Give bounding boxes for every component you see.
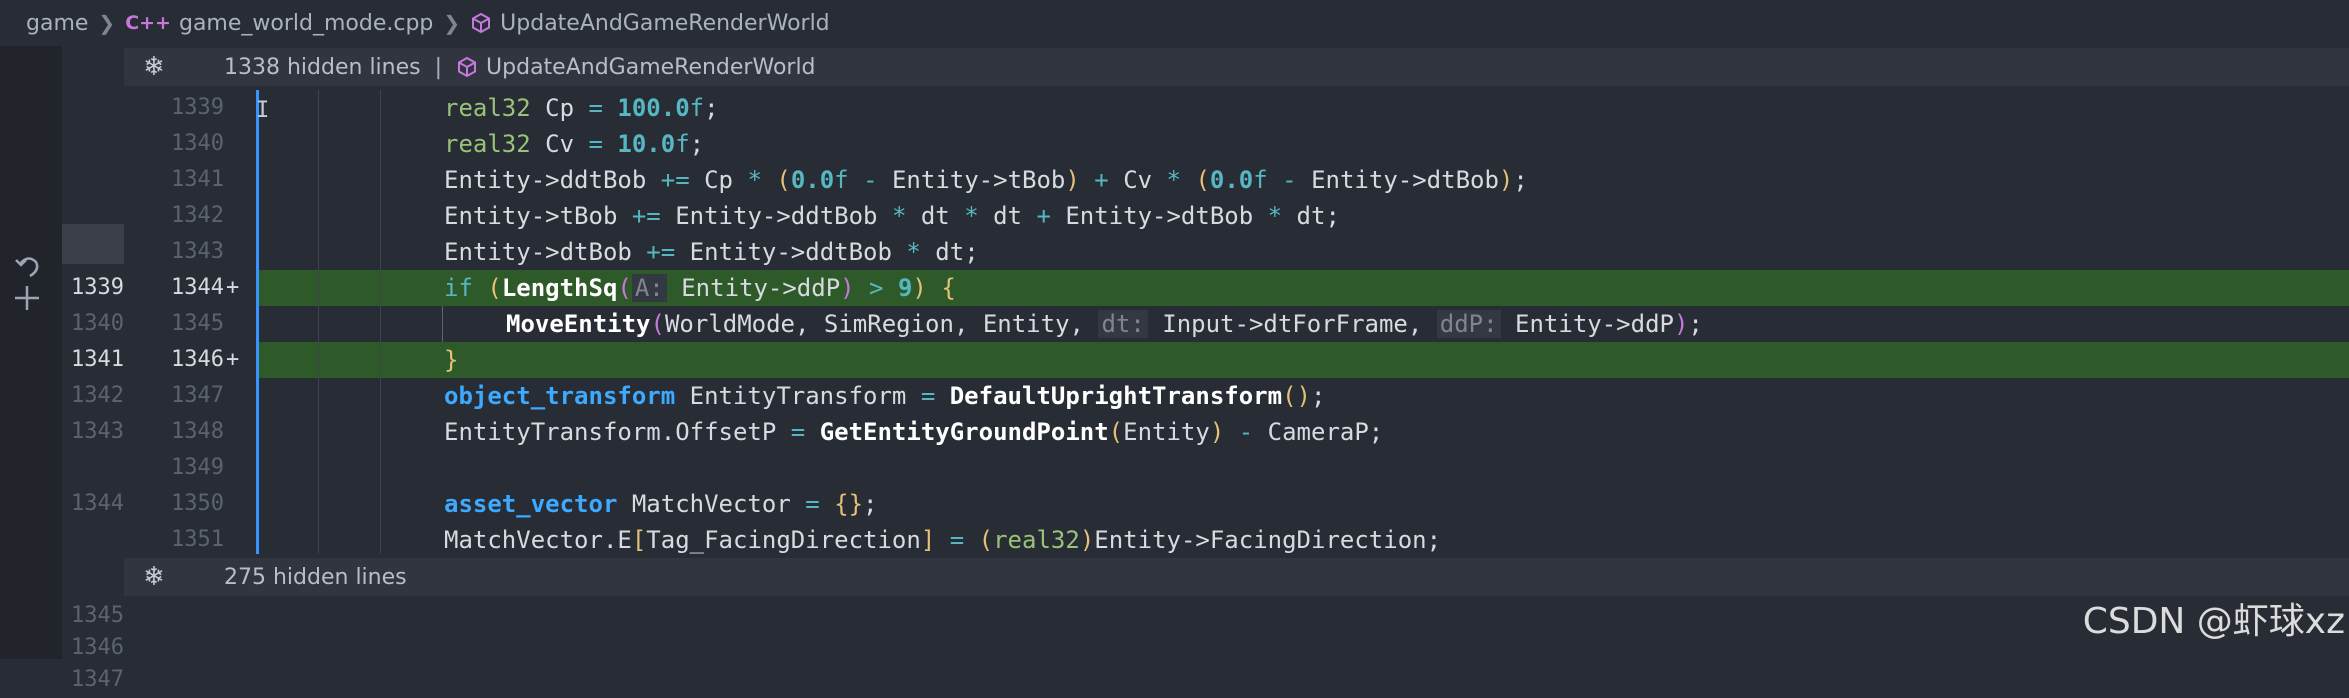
original-line-number: 1339 — [71, 275, 124, 300]
original-line-number — [62, 90, 124, 126]
original-line-number — [62, 522, 124, 558]
method-cube-icon — [456, 56, 478, 78]
modified-line-number: 1339 — [171, 95, 224, 120]
line-gutter: 1341 1346 + — [0, 342, 258, 378]
added-line-marker — [226, 522, 246, 558]
code-line-1342[interactable]: Entity->tBob += Entity->ddtBob * dt * dt… — [444, 198, 1340, 234]
chevron-right-icon: ❯ — [98, 11, 116, 35]
hidden-lines-symbol[interactable]: UpdateAndGameRenderWorld — [486, 55, 816, 80]
original-line-number: 1340 — [71, 311, 124, 336]
modified-line-number: 1349 — [171, 455, 224, 480]
cpp-file-icon: C++ — [125, 12, 171, 34]
code-line-1341[interactable]: Entity->ddtBob += Cp * (0.0f - Entity->t… — [444, 162, 1528, 198]
modified-line-number: 1345 — [171, 311, 224, 336]
added-line-marker — [226, 414, 246, 450]
indent-guide — [380, 90, 381, 554]
inlay-hint: ddP: — [1436, 310, 1501, 338]
code-line-1339[interactable]: real32 Cp = 100.0f; — [444, 90, 719, 126]
added-line-row — [258, 342, 2349, 378]
code-line-1343[interactable]: Entity->dtBob += Entity->ddtBob * dt; — [444, 234, 979, 270]
original-line-number: 1341 — [71, 347, 124, 372]
inlay-hint: A: — [631, 274, 667, 302]
code-line-row: 1339 — [0, 90, 2349, 126]
original-line-number: 1345 — [71, 603, 124, 628]
indent-guide — [442, 306, 443, 342]
code-line-row: 1344 1350 — [0, 486, 2349, 522]
added-line-marker — [226, 126, 246, 162]
code-line-1347[interactable]: object_transform EntityTransform = Defau… — [444, 378, 1325, 414]
original-line-number — [62, 234, 124, 270]
hidden-lines-count[interactable]: 1338 hidden lines — [224, 55, 421, 80]
separator: | — [434, 54, 443, 80]
code-line-1340[interactable]: real32 Cv = 10.0f; — [444, 126, 704, 162]
unfold-icon[interactable]: ❄ — [124, 562, 184, 592]
breadcrumb: game ❯ C++ game_world_mode.cpp ❯ UpdateA… — [0, 0, 2349, 46]
modified-line-number: 1342 — [171, 203, 224, 228]
hidden-lines-count[interactable]: 275 hidden lines — [224, 565, 407, 590]
modified-line-number: 1351 — [171, 527, 224, 552]
breadcrumb-folder[interactable]: game — [26, 11, 88, 36]
modified-line-number: 1341 — [171, 167, 224, 192]
breadcrumb-symbol[interactable]: UpdateAndGameRenderWorld — [500, 11, 830, 36]
code-line-1345[interactable]: MoveEntity(WorldMode, SimRegion, Entity,… — [506, 306, 1703, 342]
method-cube-icon — [470, 12, 492, 34]
modified-line-number: 1344 — [171, 275, 224, 300]
original-line-number: 1347 — [71, 667, 124, 692]
code-line-1351[interactable]: MatchVector.E[Tag_FacingDirection] = (re… — [444, 522, 1441, 558]
hidden-lines-bottom[interactable]: ❄ 275 hidden lines — [124, 558, 2349, 596]
original-line-number: 1342 — [71, 383, 124, 408]
chevron-right-icon: ❯ — [443, 11, 461, 35]
added-line-marker: + — [226, 275, 240, 300]
breadcrumb-file[interactable]: game_world_mode.cpp — [179, 11, 433, 36]
added-line-marker — [226, 450, 246, 486]
unfold-icon[interactable]: ❄ — [124, 52, 184, 82]
modified-line-number: 1346 — [171, 347, 224, 372]
code-line-1348[interactable]: EntityTransform.OffsetP = GetEntityGroun… — [444, 414, 1383, 450]
modified-line-number: 1348 — [171, 419, 224, 444]
added-line-marker — [226, 378, 246, 414]
added-line-marker — [226, 198, 246, 234]
code-line-row: 1340 — [0, 126, 2349, 162]
modified-line-number: 1347 — [171, 383, 224, 408]
line-gutter: 1339 1344 + — [0, 270, 258, 306]
code-line-1350[interactable]: asset_vector MatchVector = {}; — [444, 486, 878, 522]
original-line-number: 1344 — [71, 491, 124, 516]
modified-lines-bar — [256, 90, 259, 554]
added-line-marker — [226, 306, 246, 342]
code-line-1344[interactable]: if (LengthSq(A: Entity->ddP) > 9) { — [444, 270, 956, 306]
code-line-row: 1349 — [0, 450, 2349, 486]
original-line-number: 1346 — [71, 635, 124, 660]
indent-guide — [318, 90, 319, 554]
watermark: CSDN @虾球xz — [2082, 601, 2345, 642]
added-line-marker — [226, 90, 246, 126]
modified-line-number: 1343 — [171, 239, 224, 264]
original-line-number — [62, 450, 124, 486]
original-line-number — [62, 198, 124, 234]
modified-line-number: 1340 — [171, 131, 224, 156]
code-line-1346[interactable]: } — [444, 342, 458, 378]
original-line-number — [62, 162, 124, 198]
original-line-number: 1343 — [71, 419, 124, 444]
added-line-marker: + — [226, 347, 240, 372]
text-cursor-icon: I — [256, 98, 270, 123]
code-line-row: 1343 — [0, 234, 2349, 270]
added-line-marker — [226, 234, 246, 270]
original-line-number — [62, 126, 124, 162]
added-line-marker — [226, 486, 246, 522]
inlay-hint: dt: — [1098, 310, 1148, 338]
added-line-marker — [226, 162, 246, 198]
modified-line-number: 1350 — [171, 491, 224, 516]
hidden-lines-top[interactable]: ❄ 1338 hidden lines | UpdateAndGameRende… — [124, 48, 2349, 86]
